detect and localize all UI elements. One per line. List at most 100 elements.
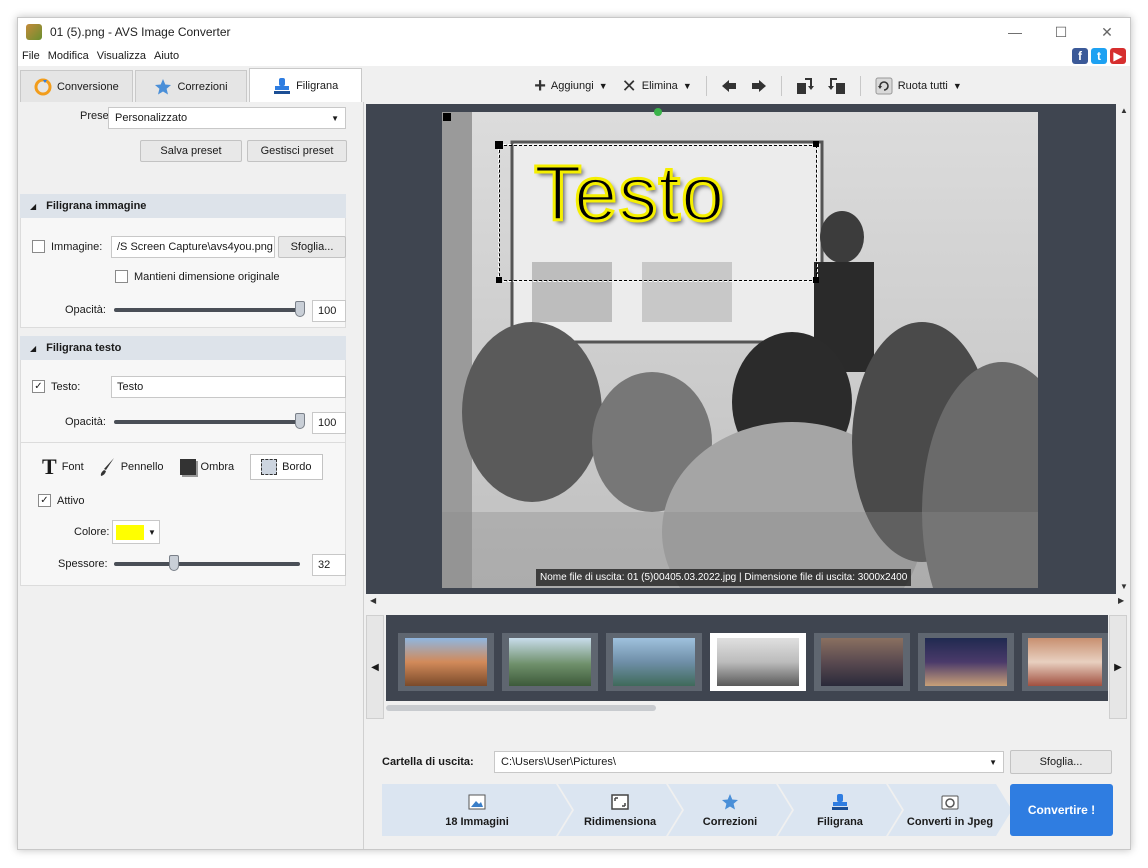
thumbnails-prev-button[interactable]: ◀ bbox=[366, 615, 384, 719]
shadow-option[interactable]: Ombra bbox=[179, 459, 234, 475]
keep-size-checkbox[interactable] bbox=[115, 270, 128, 283]
preset-select[interactable]: Personalizzato ▼ bbox=[108, 107, 346, 129]
text-opacity-slider-thumb[interactable] bbox=[295, 413, 305, 429]
text-label: Testo: bbox=[51, 380, 81, 393]
output-folder-select[interactable]: C:\Users\User\Pictures\ ▼ bbox=[494, 751, 1004, 773]
text-watermark-checkbox[interactable]: ✓ bbox=[32, 380, 45, 393]
thumbnail[interactable] bbox=[1022, 633, 1108, 691]
chevron-down-icon: ▼ bbox=[331, 113, 339, 123]
save-preset-button[interactable]: Salva preset bbox=[140, 140, 242, 162]
convert-button[interactable]: Convertire ! bbox=[1010, 784, 1113, 836]
font-option[interactable]: T Font bbox=[42, 454, 84, 480]
facebook-icon[interactable]: f bbox=[1072, 48, 1088, 64]
text-watermark-header[interactable]: ◢ Filigrana testo bbox=[20, 336, 346, 360]
watermark-selection-box[interactable] bbox=[498, 144, 818, 282]
toolbar-separator bbox=[780, 76, 782, 96]
minimize-button[interactable]: — bbox=[992, 18, 1038, 46]
border-active-checkbox[interactable]: ✓ bbox=[38, 494, 51, 507]
menu-edit[interactable]: Modifica bbox=[44, 50, 93, 62]
stamp-icon bbox=[831, 793, 849, 811]
preset-value: Personalizzato bbox=[115, 112, 188, 124]
thumbnail[interactable] bbox=[398, 633, 494, 691]
thumbnail-area bbox=[386, 615, 1108, 701]
rotate-handle[interactable] bbox=[654, 108, 662, 116]
selection-handle[interactable] bbox=[813, 141, 819, 147]
app-icon bbox=[26, 24, 42, 40]
thumbnail[interactable] bbox=[814, 633, 910, 691]
toolbar-separator bbox=[859, 76, 861, 96]
refresh-icon bbox=[875, 77, 893, 95]
image-watermark-header[interactable]: ◢ Filigrana immagine bbox=[20, 194, 346, 218]
youtube-icon[interactable]: ▶ bbox=[1110, 48, 1126, 64]
text-opacity-label: Opacità: bbox=[65, 416, 106, 428]
thumbnail[interactable] bbox=[502, 633, 598, 691]
scroll-right-icon[interactable]: ▶ bbox=[1118, 596, 1124, 605]
step-images[interactable]: 18 Immagini bbox=[382, 784, 572, 836]
image-opacity-value[interactable]: 100 bbox=[312, 300, 346, 322]
delete-button[interactable]: ✕ Elimina ▼ bbox=[618, 76, 696, 97]
menu-view[interactable]: Visualizza bbox=[93, 50, 150, 62]
thumbnail-image bbox=[1028, 638, 1102, 686]
selection-handle[interactable] bbox=[495, 141, 503, 149]
close-x-icon: ✕ bbox=[621, 75, 637, 96]
thumbnail[interactable] bbox=[918, 633, 1014, 691]
twitter-icon[interactable]: t bbox=[1091, 48, 1107, 64]
camera-icon bbox=[941, 793, 959, 811]
color-picker[interactable]: ▼ bbox=[112, 520, 160, 544]
star-icon bbox=[154, 78, 172, 96]
tab-correzioni[interactable]: Correzioni bbox=[134, 70, 248, 102]
manage-preset-button[interactable]: Gestisci preset bbox=[247, 140, 347, 162]
thickness-value[interactable]: 32 bbox=[312, 554, 346, 576]
selection-handle[interactable] bbox=[496, 277, 502, 283]
text-opacity-value[interactable]: 100 bbox=[312, 412, 346, 434]
maximize-button[interactable]: ☐ bbox=[1038, 18, 1084, 46]
close-button[interactable]: ✕ bbox=[1084, 18, 1130, 46]
rotate-all-label: Ruota tutti bbox=[897, 80, 948, 92]
step-label: Ridimensiona bbox=[583, 815, 657, 828]
image-path-field[interactable]: /S Screen Capture\avs4you.png bbox=[111, 236, 275, 258]
step-resize[interactable]: Ridimensiona bbox=[558, 784, 682, 836]
step-watermark[interactable]: Filigrana bbox=[778, 784, 902, 836]
image-opacity-slider-thumb[interactable] bbox=[295, 301, 305, 317]
scroll-up-icon[interactable]: ▲ bbox=[1120, 106, 1128, 115]
thumbnails-next-button[interactable]: ▶ bbox=[1109, 615, 1127, 719]
menu-file[interactable]: File bbox=[18, 50, 44, 62]
tab-bar: Conversione Correzioni Filigrana bbox=[18, 68, 364, 102]
scroll-left-icon[interactable]: ◀ bbox=[370, 596, 376, 605]
text-opacity-slider[interactable] bbox=[114, 420, 300, 424]
menu-help[interactable]: Aiuto bbox=[150, 50, 183, 62]
tab-filigrana[interactable]: Filigrana bbox=[249, 68, 363, 102]
border-option[interactable]: Bordo bbox=[250, 454, 323, 480]
rotate-all-button[interactable]: Ruota tutti ▼ bbox=[871, 77, 966, 95]
thumbnail-selected[interactable] bbox=[710, 633, 806, 691]
chevron-left-icon: ◀ bbox=[371, 661, 379, 673]
step-corrections[interactable]: Correzioni bbox=[668, 784, 792, 836]
tab-conversione[interactable]: Conversione bbox=[20, 70, 133, 102]
thickness-slider-thumb[interactable] bbox=[168, 555, 179, 571]
watermark-text-field[interactable]: Testo bbox=[111, 376, 346, 398]
add-button[interactable]: + Aggiungi ▼ bbox=[530, 75, 611, 98]
thickness-slider[interactable] bbox=[114, 562, 300, 566]
image-opacity-slider[interactable] bbox=[114, 308, 300, 312]
rotate-left-button[interactable] bbox=[792, 77, 818, 95]
stamp-icon bbox=[273, 77, 291, 95]
preview-horizontal-scrollbar[interactable]: ◀ ▶ bbox=[366, 594, 1130, 608]
previous-button[interactable] bbox=[717, 78, 741, 94]
image-watermark-handle[interactable] bbox=[443, 113, 451, 121]
selection-handle[interactable] bbox=[813, 277, 819, 283]
rotate-right-button[interactable] bbox=[824, 77, 850, 95]
preview-vertical-scrollbar[interactable]: ▲ ▼ bbox=[1117, 104, 1130, 594]
image-browse-button[interactable]: Sfoglia... bbox=[278, 236, 346, 258]
output-folder-path: C:\Users\User\Pictures\ bbox=[501, 756, 616, 768]
convert-icon bbox=[34, 78, 52, 96]
image-watermark-checkbox[interactable] bbox=[32, 240, 45, 253]
thumbnails-scrollbar[interactable] bbox=[386, 705, 656, 711]
output-browse-button[interactable]: Sfoglia... bbox=[1010, 750, 1112, 774]
step-convert-format[interactable]: Converti in Jpeg bbox=[888, 784, 1012, 836]
thumbnail-image bbox=[613, 638, 695, 686]
brush-option[interactable]: Pennello bbox=[100, 457, 164, 477]
border-option-label: Bordo bbox=[282, 461, 312, 473]
scroll-down-icon[interactable]: ▼ bbox=[1120, 582, 1128, 591]
thumbnail[interactable] bbox=[606, 633, 702, 691]
next-button[interactable] bbox=[747, 78, 771, 94]
